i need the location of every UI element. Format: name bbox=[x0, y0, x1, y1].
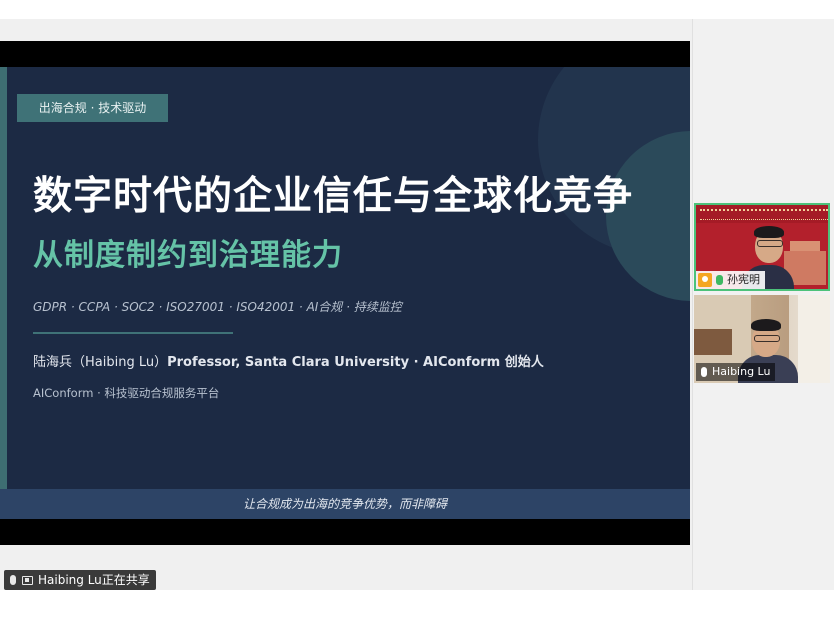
participant-video-tile[interactable]: 孙宪明 bbox=[694, 203, 830, 291]
participant-video-tile[interactable]: Haibing Lu bbox=[694, 295, 830, 383]
participant-name: Haibing Lu bbox=[712, 365, 771, 378]
banner-logo-text bbox=[700, 209, 828, 220]
presentation-slide: 出海合规 · 技术驱动 数字时代的企业信任与全球化竞争 从制度制约到治理能力 G… bbox=[0, 67, 690, 519]
mic-icon bbox=[716, 275, 723, 285]
mic-icon bbox=[10, 575, 16, 585]
slide-accent-bar bbox=[0, 67, 7, 489]
background-shelf bbox=[694, 329, 732, 355]
presenter-description: Professor, Santa Clara University · AICo… bbox=[167, 355, 544, 370]
avatar-icon bbox=[698, 273, 712, 287]
screen-share-status[interactable]: Haibing Lu正在共享 bbox=[4, 570, 156, 590]
slide-footer: 让合规成为出海的竞争优势，而非障碍 bbox=[0, 489, 690, 519]
window-top-strip bbox=[0, 0, 834, 19]
mic-icon bbox=[701, 367, 707, 377]
participant-hair bbox=[754, 226, 784, 238]
participant-name-tag: 孙宪明 bbox=[696, 271, 765, 289]
screen-share-icon bbox=[22, 575, 33, 585]
slide-tag: 出海合规 · 技术驱动 bbox=[17, 94, 168, 122]
slide-keywords: GDPR · CCPA · SOC2 · ISO27001 · ISO42001… bbox=[33, 300, 402, 314]
share-status-text: Haibing Lu正在共享 bbox=[38, 573, 150, 587]
participant-name-tag: Haibing Lu bbox=[696, 363, 776, 381]
background-window bbox=[798, 295, 830, 383]
slide-title: 数字时代的企业信任与全球化竞争 bbox=[33, 174, 634, 219]
slide-presenter: 陆海兵（Haibing Lu）Professor, Santa Clara Un… bbox=[33, 351, 544, 370]
presenter-name: 陆海兵（Haibing Lu） bbox=[33, 355, 168, 370]
window-bottom-strip bbox=[0, 590, 834, 625]
background-banner bbox=[696, 205, 828, 223]
slide-platform: AIConform · 科技驱动合规服务平台 bbox=[33, 386, 220, 400]
participant-glasses bbox=[754, 335, 780, 342]
participant-glasses bbox=[757, 240, 783, 247]
participant-hair bbox=[751, 319, 781, 331]
slide-subtitle: 从制度制约到治理能力 bbox=[33, 238, 343, 273]
participant-name: 孙宪明 bbox=[727, 273, 760, 286]
slide-divider bbox=[33, 332, 233, 334]
